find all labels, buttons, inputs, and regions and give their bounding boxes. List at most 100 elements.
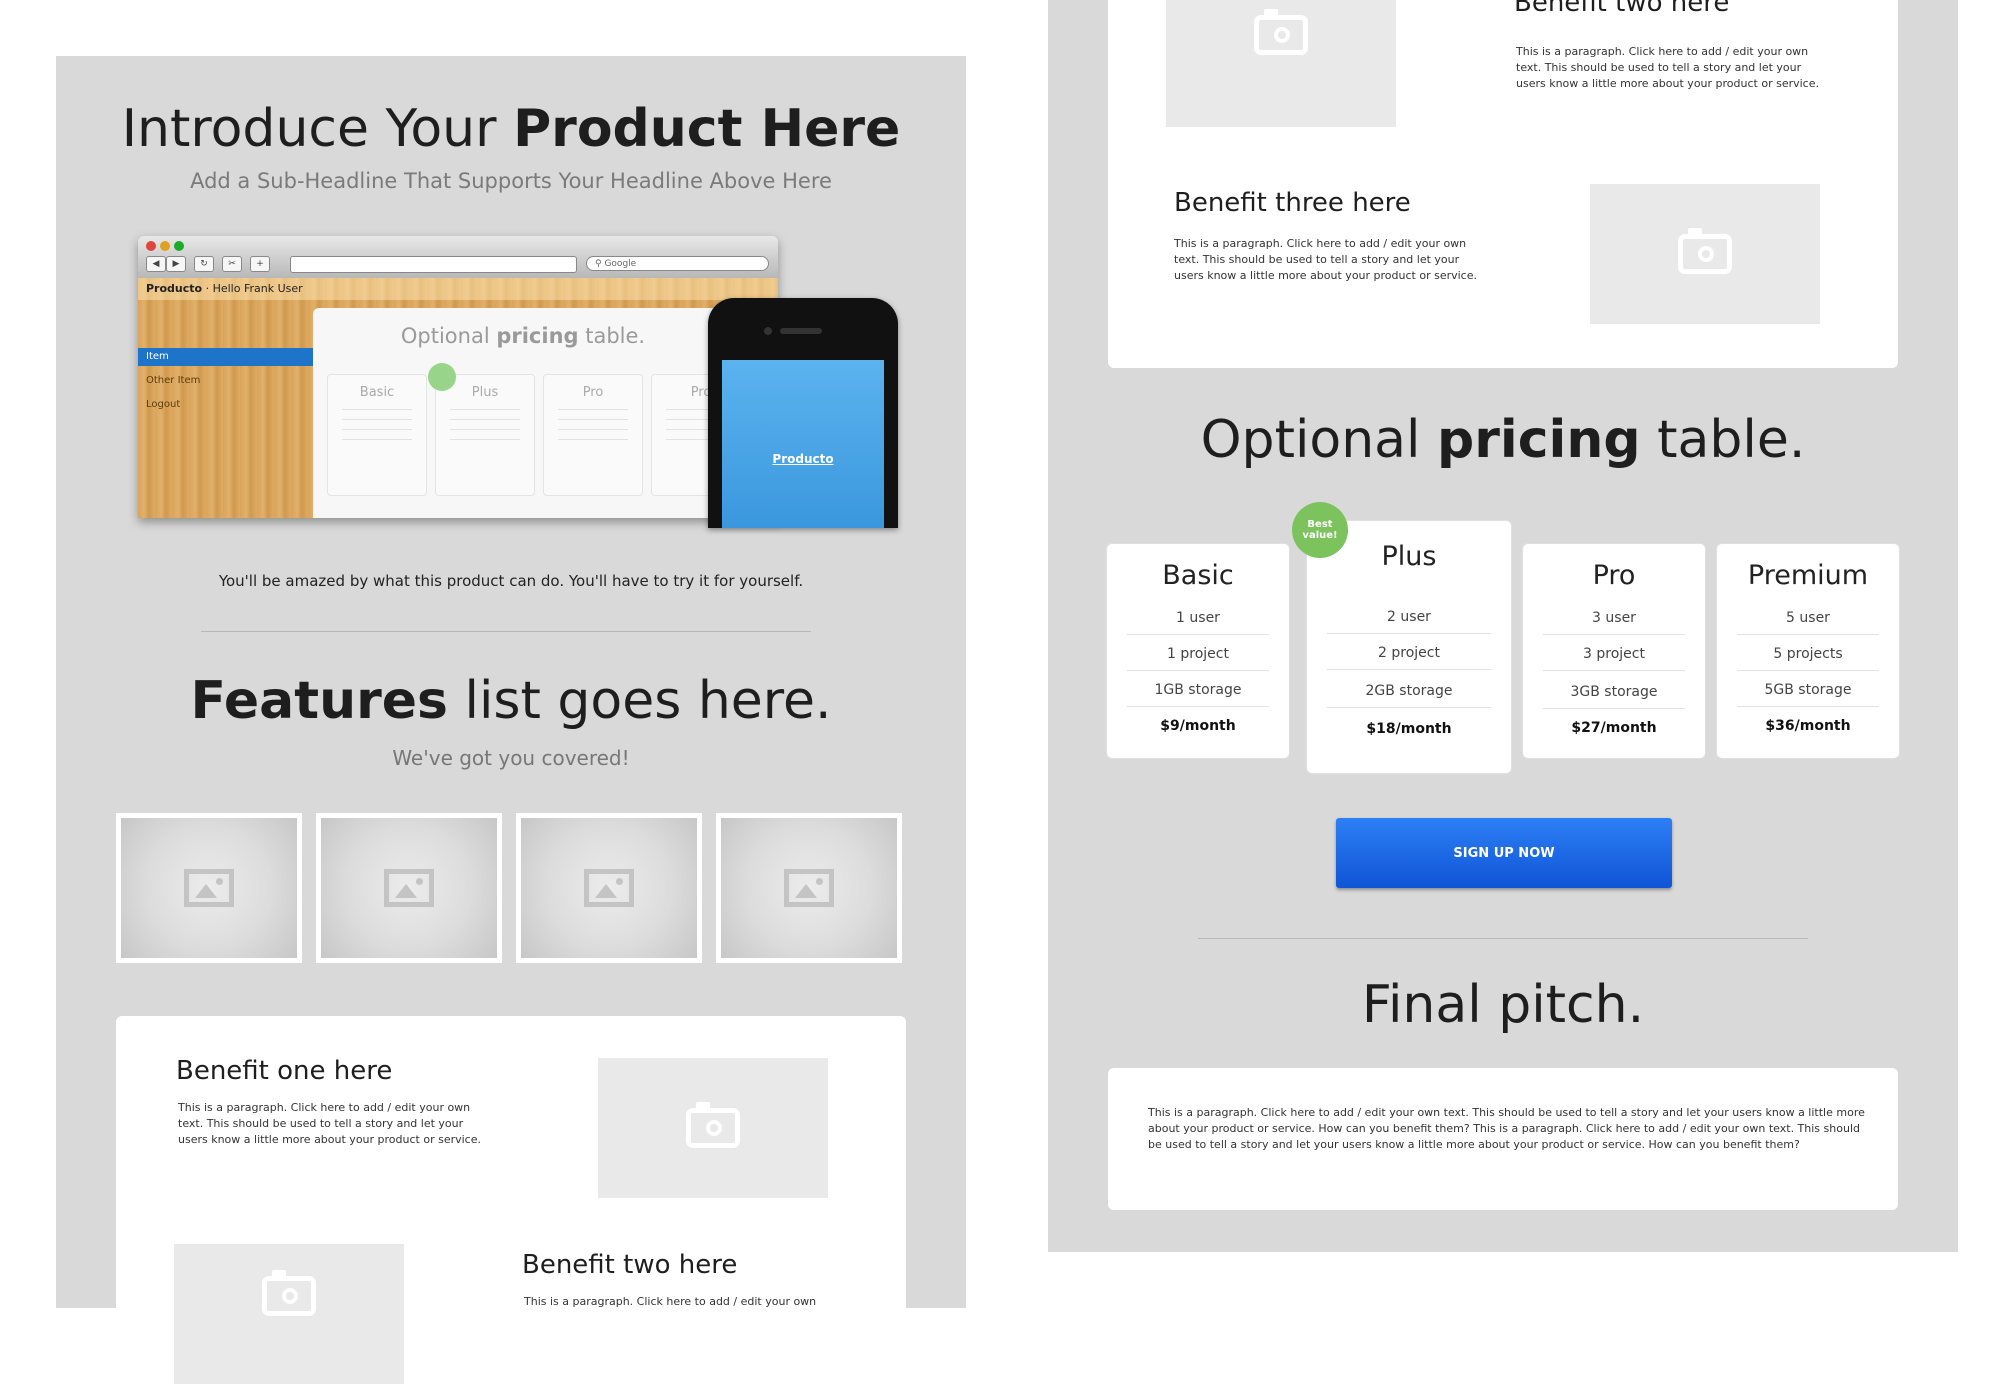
plan-projects: 3 project [1543, 646, 1685, 671]
benefit-one-title: Benefit one here [176, 1056, 393, 1086]
final-pitch-title: Final pitch. [1361, 975, 1645, 1035]
plan-storage: 1GB storage [1127, 682, 1269, 707]
plan-storage: 2GB storage [1327, 683, 1491, 708]
image-placeholder-icon [784, 869, 834, 907]
benefit-two-image [174, 1244, 404, 1384]
pricing-title-a: Optional [1200, 410, 1438, 470]
browser-search-placeholder: Google [604, 259, 637, 269]
plan-users: 5 user [1737, 610, 1879, 635]
hero-title: Introduce Your Product Here [56, 98, 966, 160]
mock-sidebar-item: Item [138, 348, 313, 366]
mini-best-value-badge [428, 363, 456, 391]
mock-sidebar-item: Other Item [146, 375, 201, 386]
camera-icon [1254, 9, 1308, 55]
browser-toolbar: ◀ ▶ ↻ ✂ + ⚲ Google [138, 236, 778, 279]
image-placeholder-icon [184, 869, 234, 907]
mini-pricing-title: Optional pricing table. [313, 324, 733, 348]
app-greeting: · Hello Frank User [205, 282, 303, 295]
plan-card-pro: Pro 3 user 3 project 3GB storage $27/mon… [1522, 543, 1706, 759]
plan-card-premium: Premium 5 user 5 projects 5GB storage $3… [1716, 543, 1900, 759]
divider [1198, 938, 1808, 939]
image-placeholder-icon [584, 869, 634, 907]
features-subtitle: We've got you covered! [392, 746, 630, 770]
camera-icon [262, 1270, 316, 1316]
features-title-bold: Features [190, 671, 448, 731]
mini-plan-name: Basic [359, 385, 395, 400]
mini-pricing-title-c: table. [578, 324, 646, 348]
features-title-light: list goes here. [447, 671, 832, 731]
plan-storage: 5GB storage [1737, 682, 1879, 707]
plan-price: $9/month [1160, 718, 1236, 734]
bookmark-icon: ✂ [222, 256, 242, 272]
mini-plan-name: Pro [582, 385, 604, 400]
final-pitch-text: This is a paragraph. Click here to add /… [1148, 1106, 1865, 1151]
phone-app-label: Producto [772, 452, 834, 466]
benefits-card-continued: Benefit two here This is a paragraph. Cl… [1108, 0, 1898, 368]
plan-card-basic: Basic 1 user 1 project 1GB storage $9/mo… [1106, 543, 1290, 759]
plan-users: 2 user [1327, 609, 1491, 634]
pricing-title-b: pricing [1437, 410, 1641, 470]
benefit-one-image [598, 1058, 828, 1198]
plan-users: 3 user [1543, 610, 1685, 635]
address-bar [290, 256, 577, 273]
hero-subtitle: Add a Sub-Headline That Supports Your He… [190, 169, 832, 193]
benefits-card: Benefit one here This is a paragraph. Cl… [116, 1016, 906, 1384]
browser-search-bar: ⚲ Google [586, 256, 769, 271]
close-dot-icon [146, 241, 156, 251]
forward-icon: ▶ [166, 256, 186, 272]
pricing-title: Optional pricing table. [1048, 410, 1958, 470]
hero-title-bold: Product Here [513, 99, 901, 159]
mini-pricing-title-a: Optional [400, 324, 497, 348]
hero-title-light: Introduce Your [121, 99, 514, 159]
feature-image [316, 813, 502, 963]
feature-image [716, 813, 902, 963]
mock-sidebar-item: Logout [146, 399, 181, 410]
feature-image [516, 813, 702, 963]
best-value-badge: Best value! [1292, 502, 1348, 558]
benefit-two-text: This is a paragraph. Click here to add /… [1516, 45, 1819, 90]
plan-price: $36/month [1765, 718, 1851, 734]
camera-icon [1678, 228, 1732, 274]
mini-plan-column: Basic [327, 374, 427, 496]
plan-users: 1 user [1127, 610, 1269, 635]
best-value-label: Best value! [1302, 519, 1338, 541]
benefit-one-text: This is a paragraph. Click here to add /… [178, 1101, 481, 1146]
mini-plan-column: Plus [435, 374, 535, 496]
mini-plan-column: Pro [543, 374, 643, 496]
plan-projects: 1 project [1127, 646, 1269, 671]
plan-price: $27/month [1571, 720, 1657, 736]
plan-name: Pro [1592, 560, 1636, 591]
product-mockup-image: ◀ ▶ ↻ ✂ + ⚲ Google Producto · Hello Fran… [138, 236, 898, 528]
hero-tagline: You'll be amazed by what this product ca… [218, 572, 804, 590]
feature-image [116, 813, 302, 963]
smartphone: Producto [708, 298, 898, 528]
landing-page-top-panel: Introduce Your Product Here Add a Sub-He… [56, 56, 966, 1384]
benefit-two-image [1166, 0, 1396, 127]
new-tab-icon: + [250, 256, 270, 272]
reload-icon: ↻ [194, 256, 214, 272]
plan-name: Premium [1747, 560, 1869, 591]
benefit-three-text: This is a paragraph. Click here to add /… [1174, 237, 1477, 282]
plan-storage: 3GB storage [1543, 684, 1685, 709]
plan-name: Basic [1162, 560, 1234, 591]
image-placeholder-icon [384, 869, 434, 907]
browser-window: ◀ ▶ ↻ ✂ + ⚲ Google Producto · Hello Fran… [138, 236, 778, 518]
benefit-two-title: Benefit two here [522, 1250, 738, 1280]
benefit-three-image [1590, 184, 1820, 324]
plan-projects: 2 project [1327, 645, 1491, 670]
mini-pricing-title-b: pricing [496, 324, 579, 348]
pricing-title-c: table. [1640, 410, 1806, 470]
landing-page-bottom-panel: Benefit two here This is a paragraph. Cl… [1048, 0, 1958, 1252]
camera-icon [686, 1102, 740, 1148]
minimize-dot-icon [160, 241, 170, 251]
divider [201, 631, 811, 632]
phone-camera-icon [764, 327, 772, 335]
back-icon: ◀ [146, 256, 166, 272]
app-header: Producto · Hello Frank User [138, 278, 778, 300]
features-title: Features list goes here. [56, 671, 966, 731]
phone-speaker [780, 328, 822, 334]
benefit-three-title: Benefit three here [1174, 188, 1411, 218]
plan-projects: 5 projects [1737, 646, 1879, 671]
plan-price: $18/month [1366, 721, 1452, 737]
sign-up-button[interactable]: SIGN UP NOW [1336, 818, 1672, 888]
